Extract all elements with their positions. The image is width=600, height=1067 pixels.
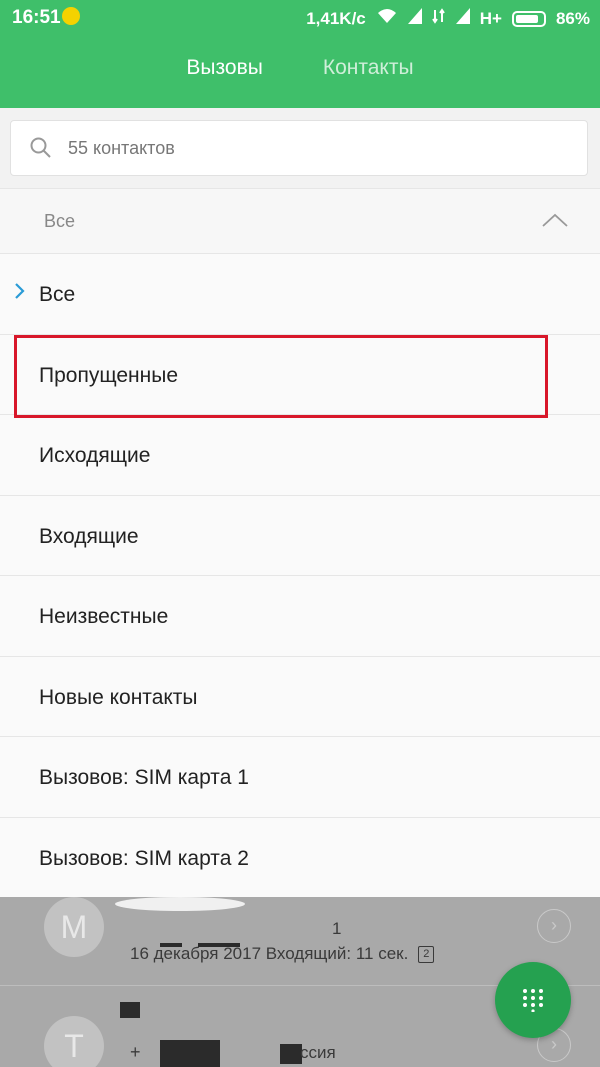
- filter-option-incoming[interactable]: Входящие: [0, 496, 600, 576]
- tab-bar: Вызовы Контакты: [0, 56, 600, 90]
- filter-option-label: Новые контакты: [39, 685, 198, 709]
- chevron-up-icon[interactable]: [542, 213, 568, 227]
- signal-icon-sim1: [407, 8, 422, 30]
- redaction-mark: [120, 1002, 140, 1018]
- data-arrows-icon: [431, 8, 446, 30]
- dialpad-icon: [523, 989, 543, 1012]
- filter-current-label: Все: [44, 211, 76, 231]
- network-speed: 1,41K/c: [306, 9, 366, 28]
- signal-icon-sim2: [455, 8, 470, 30]
- wifi-icon: [376, 7, 398, 31]
- filter-option-missed[interactable]: Пропущенные: [0, 335, 600, 415]
- avatar: T: [44, 1016, 104, 1067]
- redacted-name: [115, 897, 245, 911]
- redaction-mark: [198, 943, 240, 947]
- filter-option-label: Вызовов: SIM карта 1: [39, 766, 249, 789]
- filter-option-unknown[interactable]: Неизвестные: [0, 576, 600, 657]
- status-bar: 16:51 1,41K/c H+ 86%: [0, 0, 600, 34]
- tab-contacts[interactable]: Контакты: [323, 56, 414, 90]
- call-info-button[interactable]: ›: [537, 909, 571, 943]
- battery-icon: [511, 11, 546, 27]
- status-time: 16:51: [12, 7, 61, 28]
- filter-option-outgoing[interactable]: Исходящие: [0, 415, 600, 496]
- avatar: M: [44, 897, 104, 957]
- search-area: 55 контактов: [0, 108, 600, 188]
- filter-option-all[interactable]: Все: [0, 254, 600, 335]
- filter-option-label: Все: [39, 283, 76, 306]
- status-right: 1,41K/c H+ 86%: [306, 7, 590, 31]
- search-icon: [30, 137, 51, 158]
- search-input[interactable]: 55 контактов: [10, 120, 588, 176]
- filter-option-sim1[interactable]: Вызовов: SIM карта 1: [0, 737, 600, 818]
- redaction-mark: [160, 943, 182, 947]
- filter-option-label: Пропущенные: [39, 363, 179, 387]
- call-prefix: +: [130, 1042, 141, 1062]
- notification-icon: [62, 7, 80, 25]
- filter-option-label: Исходящие: [39, 444, 151, 467]
- call-name-fragment: 1: [332, 919, 342, 938]
- sim-badge: 2: [418, 946, 435, 964]
- filter-option-sim2[interactable]: Вызовов: SIM карта 2: [0, 818, 600, 899]
- filter-dropdown-header[interactable]: Все: [0, 188, 600, 254]
- filter-options-list: Все Пропущенные Исходящие Входящие Неизв…: [0, 254, 600, 898]
- filter-option-label: Неизвестные: [39, 605, 169, 628]
- chevron-right-icon: [15, 283, 25, 299]
- search-placeholder: 55 контактов: [68, 138, 175, 158]
- battery-percent: 86%: [555, 9, 590, 28]
- redaction-mark: [280, 1044, 302, 1064]
- network-type: H+: [479, 9, 502, 28]
- filter-option-label: Вызовов: SIM карта 2: [39, 846, 249, 870]
- call-detail: 16 декабря 2017 Входящий: 11 сек. 2: [130, 944, 435, 964]
- tab-calls[interactable]: Вызовы: [186, 56, 262, 90]
- app-header: 16:51 1,41K/c H+ 86% Вызовы Контакты: [0, 0, 600, 108]
- call-detail: ссия: [300, 1043, 336, 1062]
- dialpad-button[interactable]: [495, 962, 571, 1038]
- filter-option-new-contacts[interactable]: Новые контакты: [0, 657, 600, 737]
- redaction-mark: [160, 1040, 220, 1067]
- filter-option-label: Входящие: [39, 524, 139, 548]
